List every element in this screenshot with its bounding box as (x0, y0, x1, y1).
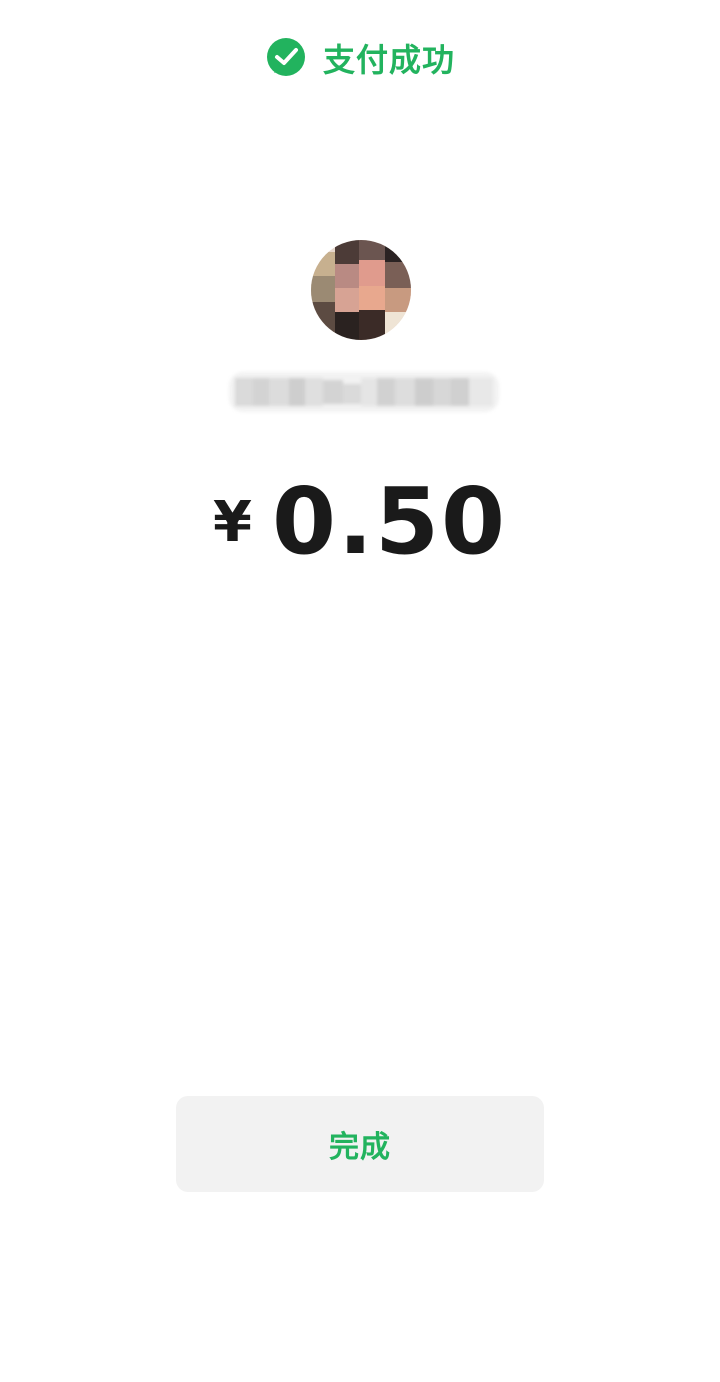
pixelated-name-image (229, 372, 499, 412)
payment-success-title: 支付成功 (322, 41, 455, 79)
currency-symbol: ¥ (213, 490, 252, 555)
payment-amount: ¥ 0.50 (0, 468, 720, 575)
avatar-image (311, 240, 411, 340)
payee-name-blurred (229, 372, 499, 412)
done-button[interactable]: 完成 (176, 1096, 544, 1192)
amount-value: 0.50 (271, 468, 507, 575)
payee-avatar (311, 240, 411, 340)
payment-status-header: 支付成功 (0, 36, 720, 80)
check-circle-icon (266, 38, 305, 76)
